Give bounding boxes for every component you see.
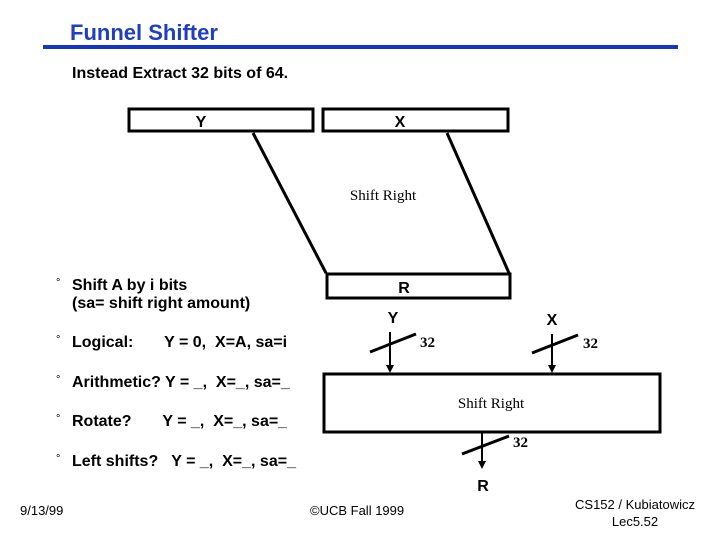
top-funnel: Y X Shift Right R bbox=[127, 107, 512, 300]
input-x-width: 32 bbox=[583, 336, 598, 352]
input-x-label: X bbox=[547, 312, 558, 329]
funnel-left-edge bbox=[251, 132, 328, 274]
bullet-text: Shift A by i bits (sa= shift right amoun… bbox=[72, 277, 251, 312]
input-x-arrowhead-icon bbox=[548, 365, 556, 373]
bullet-logical: ° Logical: Y = 0, X=A, sa=i bbox=[56, 334, 336, 354]
input-y-bus-slash bbox=[369, 332, 417, 354]
bullet-text: Rotate? Y = _, X=_, sa=_ bbox=[72, 413, 288, 430]
funnel-right-edge bbox=[445, 132, 511, 274]
bullet-text: Left shifts? Y = _, X=_, sa=_ bbox=[72, 453, 296, 470]
footer-lecture: Lec5.52 bbox=[611, 514, 659, 529]
register-r-box bbox=[325, 272, 512, 300]
output-r-width: 32 bbox=[513, 435, 528, 451]
bullet-marker-icon: ° bbox=[56, 413, 61, 425]
footer-course-info: CS152 / Kubiatowicz Lec5.52 bbox=[560, 496, 710, 530]
top-shift-right-label: Shift Right bbox=[350, 188, 417, 204]
input-x-bus-slash bbox=[531, 333, 579, 355]
register-r-label: R bbox=[398, 280, 410, 297]
output-r-label: R bbox=[477, 478, 489, 495]
footer-date: 9/13/99 bbox=[20, 503, 64, 518]
shift-right-block-label: Shift Right bbox=[458, 396, 525, 412]
footer-course: CS152 / Kubiatowicz bbox=[575, 497, 695, 512]
bottom-shifter: Y 32 X 32 Shift Right 32 R bbox=[322, 310, 662, 495]
bullet-text: Logical: Y = 0, X=A, sa=i bbox=[72, 334, 288, 351]
output-r-arrowhead-icon bbox=[478, 461, 486, 469]
bullet-marker-icon: ° bbox=[56, 334, 61, 346]
register-x-box bbox=[321, 107, 510, 133]
bullet-rotate: ° Rotate? Y = _, X=_, sa=_ bbox=[56, 413, 336, 433]
register-y-box bbox=[127, 107, 315, 133]
register-y-label: Y bbox=[196, 114, 207, 131]
bullet-shift-description: ° Shift A by i bits (sa= shift right amo… bbox=[56, 277, 316, 317]
bullet-marker-icon: ° bbox=[56, 374, 61, 386]
input-y-arrowhead-icon bbox=[386, 365, 394, 373]
footer-copyright: ©UCB Fall 1999 bbox=[310, 503, 405, 518]
register-x-label: X bbox=[395, 114, 406, 131]
output-r-bus-slash bbox=[461, 434, 510, 456]
bullet-marker-icon: ° bbox=[56, 453, 61, 465]
bullet-left-shifts: ° Left shifts? Y = _, X=_, sa=_ bbox=[56, 453, 346, 473]
bullet-text: Arithmetic? Y = _, X=_, sa=_ bbox=[72, 374, 290, 391]
bullet-marker-icon: ° bbox=[56, 277, 61, 289]
input-y-label: Y bbox=[388, 310, 399, 327]
bullet-arithmetic: ° Arithmetic? Y = _, X=_, sa=_ bbox=[56, 374, 336, 394]
input-y-width: 32 bbox=[420, 335, 435, 351]
